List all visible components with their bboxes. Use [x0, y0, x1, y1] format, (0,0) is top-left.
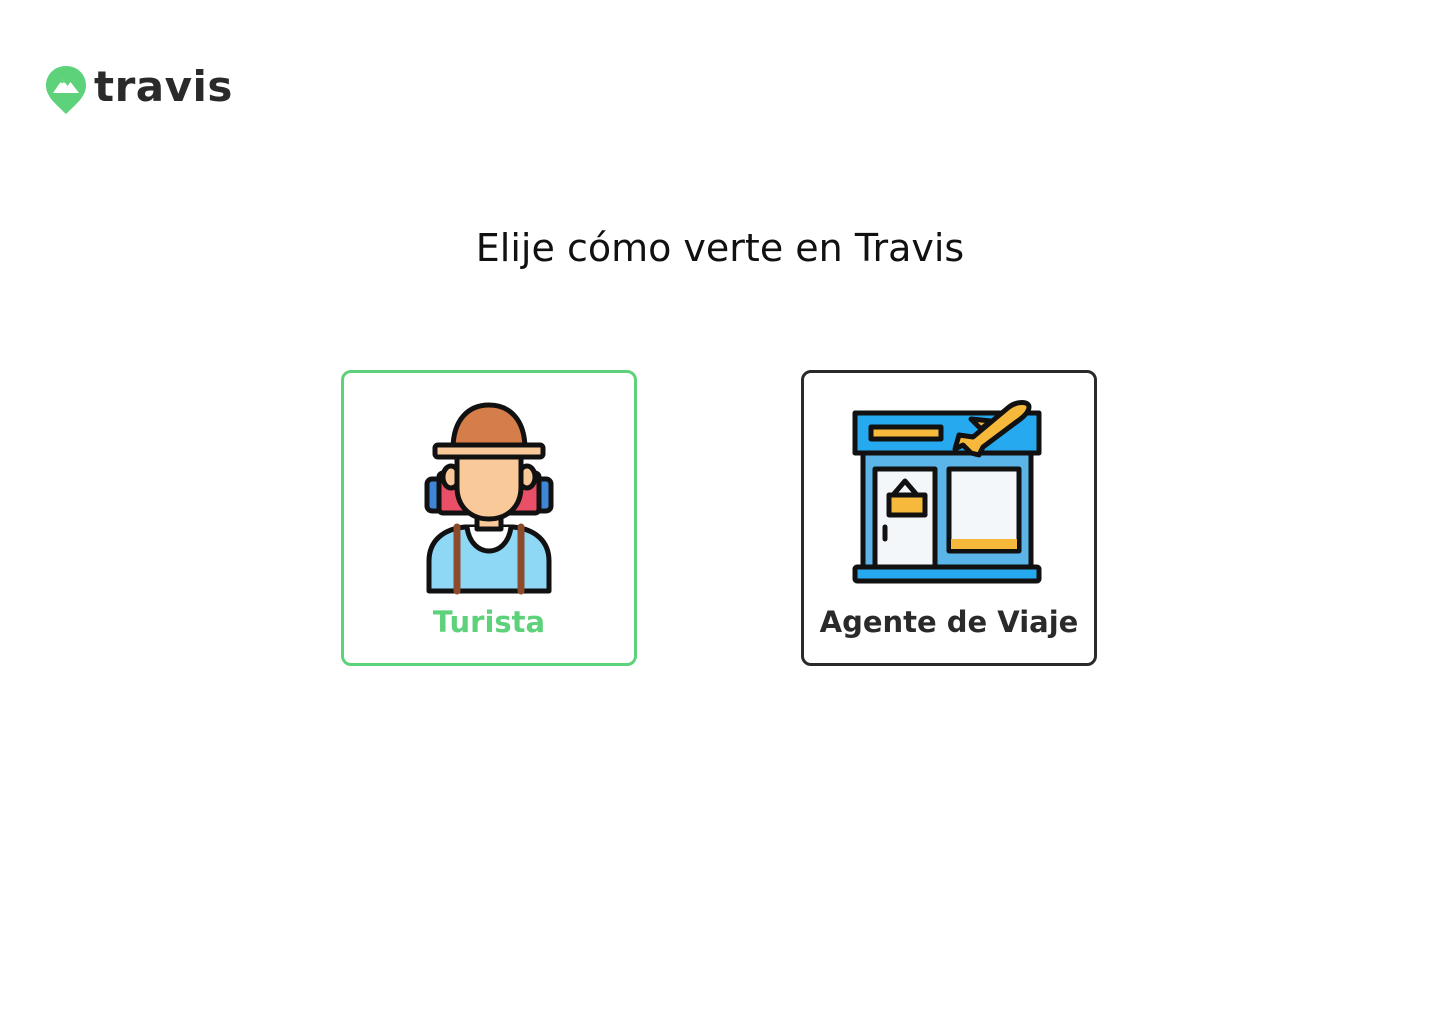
brand-logo[interactable]: travis [44, 64, 233, 116]
backpacker-tourist-icon [424, 402, 554, 595]
option-card-agente-de-viaje[interactable]: Agente de Viaje [801, 370, 1097, 666]
brand-name: travis [94, 62, 233, 111]
option-label-turista: Turista [432, 605, 546, 639]
option-label-agente-de-viaje: Agente de Viaje [819, 605, 1079, 639]
map-pin-mountain-icon [46, 66, 86, 114]
option-card-turista[interactable]: Turista [341, 370, 637, 666]
role-selection-page: travis Elije cómo verte en Travis Turist… [0, 0, 1440, 1024]
page-title: Elije cómo verte en Travis [475, 226, 965, 270]
travel-agency-storefront-icon [852, 400, 1042, 584]
